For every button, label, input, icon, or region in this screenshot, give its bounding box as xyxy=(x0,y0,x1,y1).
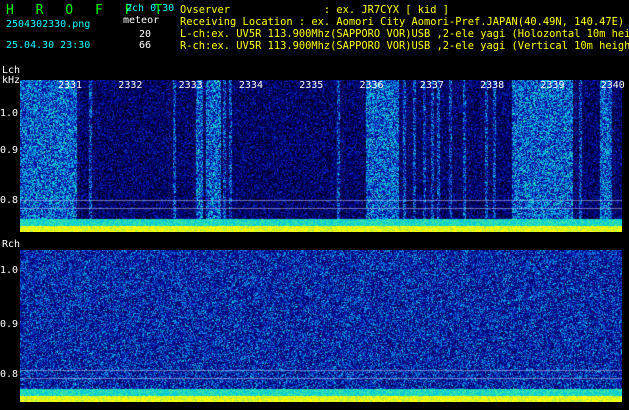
time-tick-2331: 2331 xyxy=(58,80,83,91)
datetime-label: 25.04.30 23:30 xyxy=(6,40,91,51)
lch-y-tick-0-8: 0.8 xyxy=(0,195,19,206)
rch-y-tick-0-9: 0.9 xyxy=(0,319,19,330)
rch-label: Rch xyxy=(2,239,21,250)
time-tick-2340: 2340 xyxy=(600,80,625,91)
lch-y-tick-0-9: 0.9 xyxy=(0,145,19,156)
meteor-label: meteor xyxy=(123,15,160,26)
time-tick-2337: 2337 xyxy=(419,80,444,91)
time-tick-2334: 2334 xyxy=(238,80,263,91)
lch-y-tick-1-0: 1.0 xyxy=(0,108,19,119)
hroft-window: H R O F F T 2ch 0.30 meteor 2504302330.p… xyxy=(0,0,629,410)
lch-meteor-count: 20 xyxy=(139,29,152,40)
lch-waterfall xyxy=(20,80,622,232)
rch-waterfall xyxy=(20,250,622,402)
location-line: Receiving Location : ex. Aomori City Aom… xyxy=(180,16,625,28)
time-tick-2338: 2338 xyxy=(480,80,505,91)
observer-line: Ovserver : ex. JR7CYX [ kid ] xyxy=(180,4,449,16)
time-tick-2336: 2336 xyxy=(359,80,384,91)
time-tick-2339: 2339 xyxy=(540,80,565,91)
lch-unit-label: kHz xyxy=(2,75,21,86)
rch-meteor-count: 66 xyxy=(139,40,152,51)
lch-info-line: L-ch:ex. UV5R 113.900Mhz(SAPPORO VOR)USB… xyxy=(180,28,629,40)
rch-info-line: R-ch:ex. UV5R 113.900Mhz(SAPPORO VOR)USB… xyxy=(180,40,629,52)
rch-y-tick-0-8: 0.8 xyxy=(0,369,19,380)
mode-label: 2ch 0.30 xyxy=(126,3,175,14)
filename-label: 2504302330.png xyxy=(6,19,91,30)
time-tick-2333: 2333 xyxy=(178,80,203,91)
time-tick-2332: 2332 xyxy=(118,80,143,91)
rch-y-tick-1-0: 1.0 xyxy=(0,265,19,276)
time-tick-2335: 2335 xyxy=(299,80,324,91)
